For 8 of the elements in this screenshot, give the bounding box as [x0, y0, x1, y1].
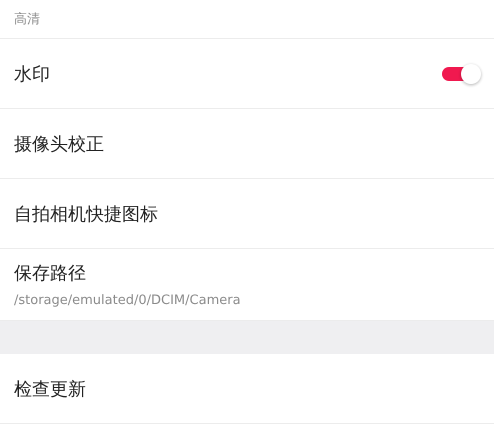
watermark-switch[interactable]: [442, 66, 480, 80]
setting-title: 摄像头校正: [14, 132, 104, 156]
setting-title: 检查更新: [14, 378, 86, 400]
setting-title: 保存路径: [14, 262, 87, 285]
setting-value: 高清: [14, 11, 40, 28]
setting-value: /storage/emulated/0/DCIM/Camera: [14, 293, 241, 308]
setting-title: 自拍相机快捷图标: [14, 202, 158, 226]
setting-title: 水印: [14, 62, 50, 86]
